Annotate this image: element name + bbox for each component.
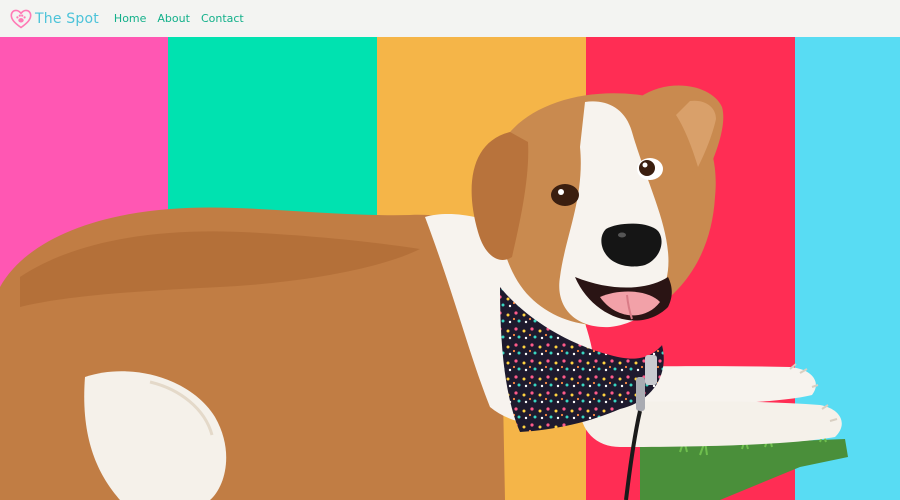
heart-paw-icon	[10, 9, 32, 29]
nav-link-about[interactable]: About	[157, 12, 190, 25]
brand-home-link[interactable]: The Spot	[10, 9, 99, 29]
top-navbar: The Spot Home About Contact	[0, 0, 900, 37]
hero-banner	[0, 37, 900, 500]
nav-link-contact[interactable]: Contact	[201, 12, 244, 25]
main-nav: Home About Contact	[114, 12, 255, 25]
hero-dog-image	[0, 85, 848, 500]
brand-name: The Spot	[35, 10, 99, 27]
nav-link-home[interactable]: Home	[114, 12, 146, 25]
